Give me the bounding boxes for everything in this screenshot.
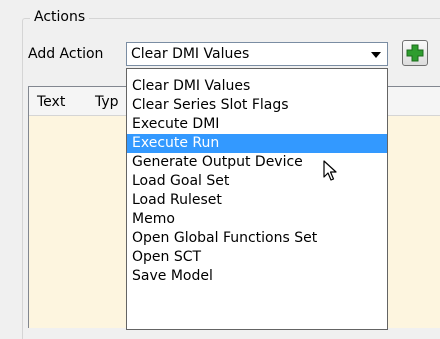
dropdown-option[interactable]: Load Ruleset <box>127 191 387 210</box>
dropdown-option[interactable]: Save Model <box>127 267 387 286</box>
add-action-button[interactable] <box>402 40 428 66</box>
dropdown-option[interactable]: Memo <box>127 210 387 229</box>
plus-icon <box>406 44 424 62</box>
dropdown-option[interactable]: Load Goal Set <box>127 172 387 191</box>
pointer-cursor-icon <box>323 160 337 181</box>
dropdown-option[interactable]: Open SCT <box>127 248 387 267</box>
column-header-text[interactable]: Text <box>37 93 65 111</box>
dropdown-option[interactable]: Clear Series Slot Flags <box>127 96 387 115</box>
dropdown-option[interactable]: Execute DMI <box>127 115 387 134</box>
column-header-type[interactable]: Typ <box>95 93 119 111</box>
dropdown-option[interactable]: Generate Output Device <box>127 153 387 172</box>
dropdown-option[interactable]: Open Global Functions Set <box>127 229 387 248</box>
add-action-combobox[interactable]: Clear DMI Values <box>126 42 388 66</box>
add-action-label: Add Action <box>28 46 104 62</box>
dropdown-option[interactable]: Clear DMI Values <box>127 77 387 96</box>
action-dropdown-list: Clear DMI Values Clear Series Slot Flags… <box>126 68 388 330</box>
actions-group-title: Actions <box>30 8 90 26</box>
dropdown-option[interactable]: Execute Run <box>127 134 387 153</box>
combobox-selected-value: Clear DMI Values <box>131 46 250 62</box>
chevron-down-icon[interactable] <box>371 52 381 58</box>
